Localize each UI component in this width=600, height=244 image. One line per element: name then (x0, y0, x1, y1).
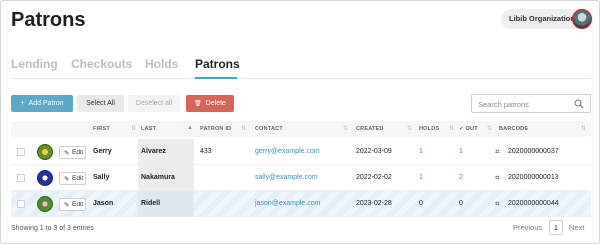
sort-icon[interactable]: ⇅ (241, 125, 246, 132)
edit-label: Edit (72, 149, 84, 156)
column-header-out[interactable]: ✓ OUT (459, 126, 478, 132)
first-name: Gerry (93, 148, 112, 155)
first-name: Sally (93, 174, 110, 181)
search-box (471, 94, 591, 113)
column-header-out-label: OUT (465, 126, 478, 132)
column-header-patron-id[interactable]: PATRON ID (200, 126, 231, 132)
patron-avatar (37, 144, 53, 160)
table-row[interactable]: ✎ Edit Jason Ridell jason@example.com 20… (11, 191, 591, 217)
plus-icon: + (20, 100, 25, 107)
active-tab-indicator (195, 77, 237, 79)
tab-patrons[interactable]: Patrons (195, 57, 240, 71)
add-patron-button[interactable]: + Add Patron (11, 95, 73, 112)
pencil-icon: ✎ (64, 176, 70, 183)
created-date: 2022-03-09 (356, 148, 392, 155)
app-window: Patrons Libib Organization Lending Check… (0, 0, 600, 244)
add-patron-label: Add Patron (28, 100, 64, 107)
contact-email-link[interactable]: gerry@example.com (255, 148, 320, 155)
column-header-contact[interactable]: CONTACT (255, 126, 283, 132)
holds-count-link[interactable]: 1 (419, 148, 423, 155)
sort-ascending-icon[interactable]: ▲ (187, 125, 193, 131)
search-icon[interactable] (574, 99, 584, 109)
last-name: Nakamura (141, 174, 175, 181)
organization-menu[interactable]: Libib Organization (501, 9, 593, 29)
tab-holds[interactable]: Holds (145, 57, 178, 71)
sort-icon[interactable]: ⇅ (581, 125, 586, 132)
contact-email-link[interactable]: jason@example.com (255, 200, 320, 207)
table-header: FIRST ⇅ LAST ▲ PATRON ID ⇅ CONTACT ⇅ CRE… (11, 121, 591, 137)
page-title: Patrons (11, 9, 86, 31)
edit-button[interactable]: ✎ Edit (59, 198, 86, 211)
section-tabs: Lending Checkouts Holds Patrons (11, 55, 591, 79)
holds-count-link[interactable]: 1 (419, 174, 423, 181)
column-header-first[interactable]: FIRST (93, 126, 110, 132)
barcode-icon: ⌗ (495, 173, 500, 182)
delete-button[interactable]: 🗑 Delete (186, 95, 234, 112)
last-name: Ridell (141, 200, 161, 207)
sort-icon[interactable]: ⇅ (487, 125, 492, 132)
barcode-value: 2020000000044 (508, 200, 559, 207)
trash-icon: 🗑 (194, 101, 202, 107)
table-row[interactable]: ✎ Edit Gerry Alvarez 433 gerry@example.c… (11, 139, 591, 165)
page-number-button[interactable]: 1 (549, 220, 563, 235)
row-checkbox[interactable] (17, 148, 25, 156)
created-date: 2022-02-02 (356, 174, 392, 181)
sort-icon[interactable]: ⇅ (343, 125, 348, 132)
deselect-all-button[interactable]: Deselect all (128, 95, 180, 112)
barcode-icon: ⌗ (495, 199, 500, 208)
sort-icon[interactable]: ⇅ (449, 125, 454, 132)
contact-email-link[interactable]: sally@example.com (255, 174, 318, 181)
column-header-created[interactable]: CREATED (356, 126, 384, 132)
organization-avatar[interactable] (572, 9, 592, 29)
barcode-icon: ⌗ (495, 147, 500, 156)
checkmark-icon: ✓ (459, 126, 464, 132)
sort-icon[interactable]: ⇅ (131, 125, 136, 132)
column-header-holds[interactable]: HOLDS (419, 126, 439, 132)
patron-avatar (37, 196, 53, 212)
edit-label: Edit (72, 201, 84, 208)
barcode-value: 2020000000037 (508, 148, 559, 155)
pencil-icon: ✎ (64, 150, 70, 157)
delete-label: Delete (205, 100, 226, 107)
row-checkbox[interactable] (17, 200, 25, 208)
edit-button[interactable]: ✎ Edit (59, 146, 86, 159)
edit-button[interactable]: ✎ Edit (59, 172, 86, 185)
out-count-link[interactable]: 1 (459, 148, 463, 155)
first-name: Jason (93, 200, 114, 207)
column-header-last[interactable]: LAST (141, 126, 156, 132)
out-count: 0 (459, 200, 463, 207)
edit-label: Edit (72, 175, 84, 182)
sort-icon[interactable]: ⇅ (407, 125, 412, 132)
patron-id: 433 (200, 148, 212, 155)
column-header-barcode[interactable]: BARCODE (499, 126, 528, 132)
holds-count: 0 (419, 200, 423, 207)
previous-page-link[interactable]: Previous (513, 223, 542, 232)
select-all-button[interactable]: Select All (77, 95, 124, 112)
search-input[interactable] (478, 98, 570, 110)
out-count-link[interactable]: 2 (459, 174, 463, 181)
table-row[interactable]: ✎ Edit Sally Nakamura sally@example.com … (11, 165, 591, 191)
entries-info: Showing 1 to 3 of 3 entries (11, 225, 94, 232)
last-name: Alvarez (141, 148, 166, 155)
created-date: 2023-02-28 (356, 200, 392, 207)
patron-avatar (37, 170, 53, 186)
next-page-link[interactable]: Next (569, 223, 584, 232)
barcode-value: 2020000000013 (508, 174, 559, 181)
tab-lending[interactable]: Lending (11, 57, 58, 71)
pencil-icon: ✎ (64, 202, 70, 209)
tab-checkouts[interactable]: Checkouts (71, 57, 132, 71)
row-checkbox[interactable] (17, 174, 25, 182)
organization-name: Libib Organization (509, 14, 575, 23)
